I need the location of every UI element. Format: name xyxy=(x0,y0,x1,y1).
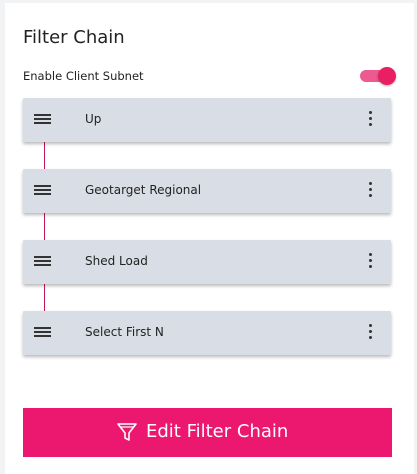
client-subnet-toggle[interactable] xyxy=(358,67,396,85)
chain-connector xyxy=(44,213,45,240)
filter-item-up[interactable]: Up xyxy=(23,98,391,142)
chain-connector xyxy=(44,284,45,311)
toggle-knob xyxy=(378,67,396,85)
filter-item-label: Select First N xyxy=(85,325,164,339)
more-vert-icon[interactable] xyxy=(369,182,373,200)
more-vert-icon[interactable] xyxy=(369,324,373,342)
more-vert-icon[interactable] xyxy=(369,111,373,129)
filter-chain-panel: Filter Chain Enable Client Subnet Up Geo… xyxy=(5,3,414,474)
filter-item-geotarget-regional[interactable]: Geotarget Regional xyxy=(23,169,391,213)
drag-handle-icon[interactable] xyxy=(34,185,51,195)
panel-title: Filter Chain xyxy=(23,27,125,48)
client-subnet-label: Enable Client Subnet xyxy=(23,69,144,83)
filter-item-label: Up xyxy=(85,112,102,126)
edit-filter-chain-label: Edit Filter Chain xyxy=(146,421,289,442)
edit-filter-chain-button[interactable]: Edit Filter Chain xyxy=(23,408,392,457)
drag-handle-icon[interactable] xyxy=(34,327,51,337)
client-subnet-row: Enable Client Subnet xyxy=(23,67,396,85)
drag-handle-icon[interactable] xyxy=(34,256,51,266)
more-vert-icon[interactable] xyxy=(369,253,373,271)
filter-icon xyxy=(117,423,137,441)
chain-connector xyxy=(44,142,45,169)
filter-item-label: Shed Load xyxy=(85,254,148,268)
filter-item-select-first-n[interactable]: Select First N xyxy=(23,311,391,355)
filter-item-shed-load[interactable]: Shed Load xyxy=(23,240,391,284)
filter-item-label: Geotarget Regional xyxy=(85,183,202,197)
drag-handle-icon[interactable] xyxy=(34,114,51,124)
